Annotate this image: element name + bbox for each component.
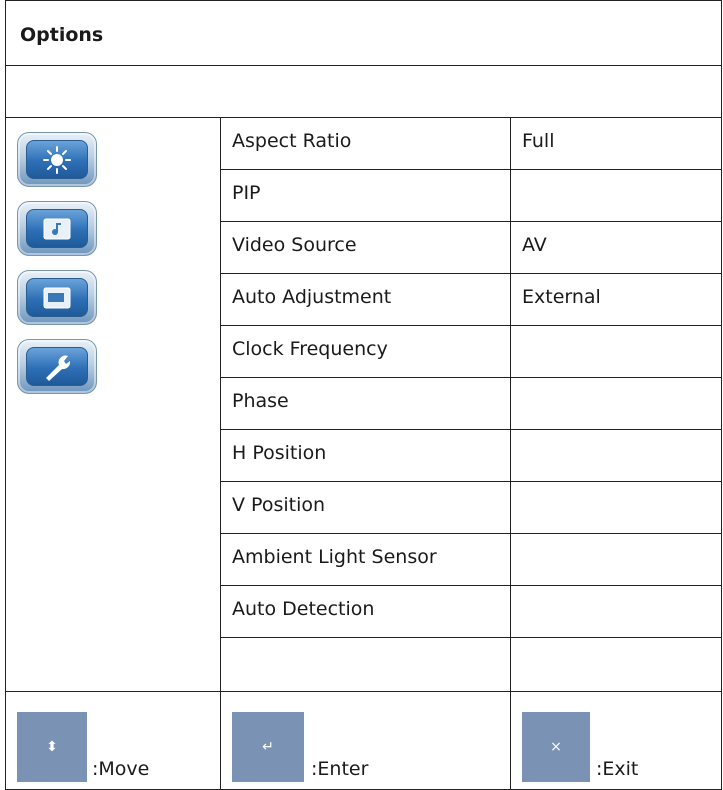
footer-key-legend: ⬍ :Move ↵ :Enter × :Exit [6, 691, 721, 790]
display-icon [26, 278, 88, 317]
move-label: :Move [92, 758, 150, 780]
page-title: Options [20, 24, 104, 46]
setting-label: V Position [232, 494, 326, 516]
setting-label-cell: H Position [221, 430, 511, 481]
settings-row[interactable]: Phase [221, 378, 721, 430]
setting-value-cell[interactable] [511, 430, 721, 481]
settings-row[interactable] [221, 638, 721, 691]
setting-value-cell[interactable] [511, 586, 721, 637]
enter-label: :Enter [311, 758, 369, 780]
audio-menu-button[interactable] [17, 201, 97, 256]
settings-row[interactable]: Auto Detection [221, 586, 721, 638]
setting-value: AV [522, 234, 547, 256]
setting-label-cell: Auto Detection [221, 586, 511, 637]
setting-value-cell[interactable] [511, 170, 721, 221]
settings-row[interactable]: Auto Adjustment External [221, 274, 721, 326]
panel-header: Options [6, 1, 721, 66]
settings-row[interactable]: V Position [221, 482, 721, 534]
blank-row [6, 66, 721, 118]
setting-value-cell[interactable]: Full [511, 118, 721, 169]
setting-value-cell[interactable]: External [511, 274, 721, 325]
setting-value-cell[interactable] [511, 638, 721, 691]
brightness-menu-button[interactable] [17, 132, 97, 187]
setting-label-cell: V Position [221, 482, 511, 533]
setting-label: Phase [232, 390, 289, 412]
exit-label: :Exit [596, 758, 639, 780]
setting-value: Full [522, 130, 555, 152]
setting-label-cell: Phase [221, 378, 511, 429]
setting-label: Auto Detection [232, 598, 375, 620]
setting-label-cell: PIP [221, 170, 511, 221]
setting-label-cell: Clock Frequency [221, 326, 511, 377]
setting-label: Clock Frequency [232, 338, 388, 360]
settings-row[interactable]: H Position [221, 430, 721, 482]
options-panel: Options Aspect Ratio Full PIP Video Sour… [5, 0, 722, 790]
enter-icon[interactable]: ↵ [232, 712, 304, 782]
setting-label-cell: Video Source [221, 222, 511, 273]
setting-label-cell: Ambient Light Sensor [221, 534, 511, 585]
setting-label-cell [221, 638, 511, 691]
settings-row[interactable]: Aspect Ratio Full [221, 118, 721, 170]
setting-value: External [522, 286, 601, 308]
audio-icon [26, 209, 88, 248]
setting-value-cell[interactable]: AV [511, 222, 721, 273]
setting-label: H Position [232, 442, 327, 464]
close-icon[interactable]: × [522, 712, 590, 782]
footer-move: ⬍ :Move [6, 692, 221, 790]
settings-row[interactable]: Video Source AV [221, 222, 721, 274]
brightness-icon [26, 140, 88, 179]
up-down-arrow-icon[interactable]: ⬍ [17, 712, 87, 782]
footer-enter: ↵ :Enter [221, 692, 511, 790]
setting-label: Auto Adjustment [232, 286, 392, 308]
setting-value-cell[interactable] [511, 326, 721, 377]
menu-icon-column [6, 118, 221, 691]
settings-row[interactable]: PIP [221, 170, 721, 222]
setting-label-cell: Aspect Ratio [221, 118, 511, 169]
setting-label-cell: Auto Adjustment [221, 274, 511, 325]
display-menu-button[interactable] [17, 270, 97, 325]
setting-label: Ambient Light Sensor [232, 546, 437, 568]
settings-row[interactable]: Clock Frequency [221, 326, 721, 378]
setting-value-cell[interactable] [511, 534, 721, 585]
setting-value-cell[interactable] [511, 482, 721, 533]
setting-value-cell[interactable] [511, 378, 721, 429]
setting-label: Aspect Ratio [232, 130, 352, 152]
setting-label: Video Source [232, 234, 357, 256]
footer-exit: × :Exit [511, 692, 721, 790]
setting-label: PIP [232, 182, 261, 204]
setup-menu-button[interactable] [17, 339, 97, 394]
wrench-icon [26, 347, 88, 386]
settings-row[interactable]: Ambient Light Sensor [221, 534, 721, 586]
